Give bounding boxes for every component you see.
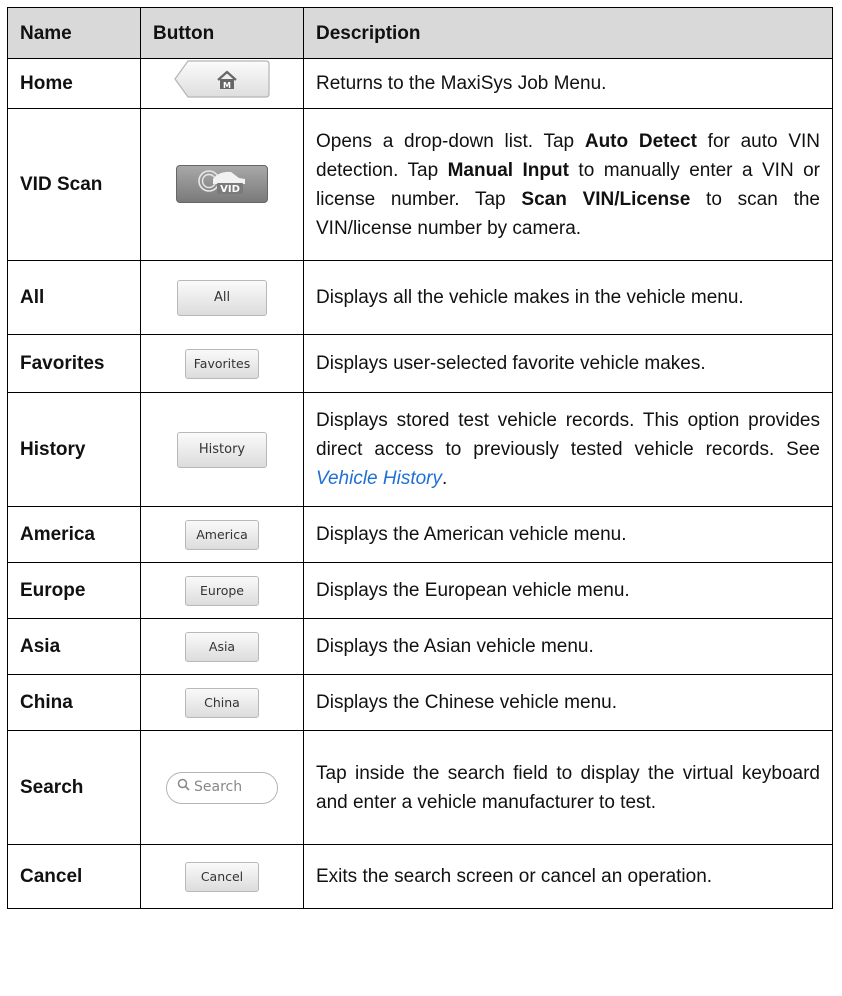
row-description: Tap inside the search field to display t…: [303, 730, 833, 845]
header-description: Description: [303, 7, 833, 59]
button-reference-table: Name Button Description Home M Returns t…: [7, 7, 833, 909]
row-button-cell: History: [140, 392, 304, 507]
cancel-button[interactable]: Cancel: [185, 861, 259, 892]
row-name: Home: [7, 58, 141, 109]
china-button[interactable]: China: [185, 687, 259, 718]
svg-text:VID: VID: [220, 184, 240, 195]
row-button-cell: M: [140, 58, 304, 109]
all-button[interactable]: All: [177, 279, 267, 316]
favorites-button[interactable]: Favorites: [185, 348, 259, 379]
row-name: History: [7, 392, 141, 507]
row-description: Displays all the vehicle makes in the ve…: [303, 260, 833, 335]
header-name: Name: [7, 7, 141, 59]
table-row: All All Displays all the vehicle makes i…: [7, 260, 833, 335]
row-button-cell: Cancel: [140, 844, 304, 909]
row-name: VID Scan: [7, 108, 141, 261]
row-button-cell: VID: [140, 108, 304, 261]
search-icon: [177, 773, 190, 802]
table-row: Home M Returns to the MaxiSys Job Menu.: [7, 58, 833, 109]
row-description: Returns to the MaxiSys Job Menu.: [303, 58, 833, 109]
table-header-row: Name Button Description: [7, 7, 833, 59]
table-row: America America Displays the American ve…: [7, 506, 833, 563]
table-row: Asia Asia Displays the Asian vehicle men…: [7, 618, 833, 675]
table-row: Europe Europe Displays the European vehi…: [7, 562, 833, 619]
row-description: Displays stored test vehicle records. Th…: [303, 392, 833, 507]
row-description: Exits the search screen or cancel an ope…: [303, 844, 833, 909]
svg-text:M: M: [223, 81, 231, 90]
header-button: Button: [140, 7, 304, 59]
row-name: Europe: [7, 562, 141, 619]
table-row: VID Scan VID Opens a drop-down list. Tap…: [7, 108, 833, 261]
table-row: History History Displays stored test veh…: [7, 392, 833, 507]
row-description: Displays the American vehicle menu.: [303, 506, 833, 563]
car-vid-icon: VID: [187, 165, 257, 204]
home-icon: M: [174, 60, 270, 98]
row-description: Displays user-selected favorite vehicle …: [303, 334, 833, 393]
row-description: Opens a drop-down list. Tap Auto Detect …: [303, 108, 833, 261]
home-button[interactable]: M: [174, 60, 270, 98]
row-name: Search: [7, 730, 141, 845]
search-input[interactable]: Search: [166, 771, 278, 804]
row-button-cell: Search: [140, 730, 304, 845]
table-row: Favorites Favorites Displays user-select…: [7, 334, 833, 393]
row-description: Displays the Chinese vehicle menu.: [303, 674, 833, 731]
table-row: Search Search Tap inside the search fiel…: [7, 730, 833, 845]
search-placeholder: Search: [194, 779, 243, 796]
row-name: Favorites: [7, 334, 141, 393]
europe-button[interactable]: Europe: [185, 575, 259, 606]
row-name: America: [7, 506, 141, 563]
row-button-cell: Asia: [140, 618, 304, 675]
row-button-cell: America: [140, 506, 304, 563]
row-name: Cancel: [7, 844, 141, 909]
row-button-cell: Europe: [140, 562, 304, 619]
row-button-cell: Favorites: [140, 334, 304, 393]
table-row: Cancel Cancel Exits the search screen or…: [7, 844, 833, 909]
row-name: Asia: [7, 618, 141, 675]
history-button[interactable]: History: [177, 431, 267, 468]
vid-scan-button[interactable]: VID: [176, 165, 268, 204]
row-button-cell: China: [140, 674, 304, 731]
row-button-cell: All: [140, 260, 304, 335]
row-description: Displays the European vehicle menu.: [303, 562, 833, 619]
table-row: China China Displays the Chinese vehicle…: [7, 674, 833, 731]
row-name: All: [7, 260, 141, 335]
america-button[interactable]: America: [185, 519, 259, 550]
vehicle-history-link[interactable]: Vehicle History: [316, 468, 442, 489]
row-description: Displays the Asian vehicle menu.: [303, 618, 833, 675]
row-name: China: [7, 674, 141, 731]
asia-button[interactable]: Asia: [185, 631, 259, 662]
